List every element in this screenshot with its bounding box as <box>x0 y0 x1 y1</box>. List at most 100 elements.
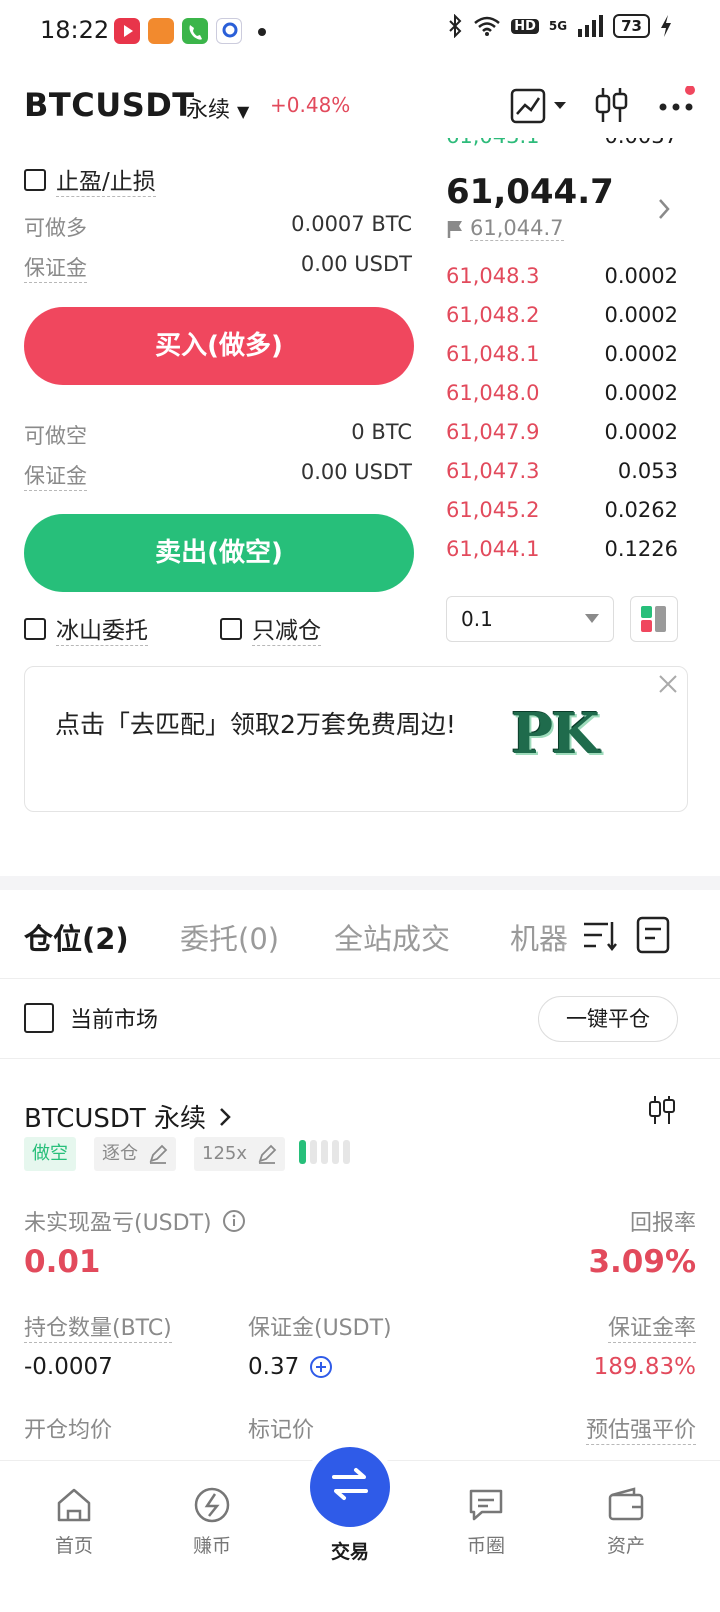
sort-icon <box>584 922 617 952</box>
close-icon <box>659 675 677 693</box>
battery-indicator: 73 <box>613 14 650 38</box>
tab-positions[interactable]: 仓位(2) <box>24 916 129 958</box>
iceberg-checkbox[interactable] <box>24 617 46 640</box>
precision-value: 0.1 <box>461 607 493 631</box>
mark-price-row[interactable]: 61,044.7 <box>446 216 564 241</box>
short-margin-label[interactable]: 保证金 <box>24 460 87 491</box>
sort-button[interactable] <box>582 918 618 958</box>
ask-price: 61,048.3 <box>446 263 540 288</box>
ask-price: 61,044.1 <box>446 536 540 561</box>
tab-orders[interactable]: 委托(0) <box>180 916 279 958</box>
section-divider <box>0 876 720 890</box>
orderbook-ask-row[interactable]: 61,048.2 0.0002 <box>446 295 678 334</box>
nav-home[interactable]: 首页 <box>24 1485 124 1558</box>
iceberg-option[interactable]: 冰山委托 <box>24 611 148 646</box>
orderbook-ask-row[interactable]: 61,048.0 0.0002 <box>446 373 678 412</box>
risk-level-meter[interactable] <box>298 1137 354 1171</box>
nav-trade-label: 交易 <box>330 1541 369 1563</box>
contract-type[interactable]: 永续 ▼ <box>186 92 249 124</box>
nav-home-label: 首页 <box>54 1535 93 1557</box>
ask-price: 61,048.0 <box>446 380 540 405</box>
buy-long-button[interactable]: 买入(做多) <box>24 307 414 385</box>
info-icon[interactable] <box>222 1209 246 1233</box>
orderbook-ask-row[interactable]: 61,048.3 0.0002 <box>446 256 678 295</box>
candlestick-button[interactable] <box>594 86 630 126</box>
ask-quantity: 0.0002 <box>604 263 678 288</box>
mark-price-label: 标记价 <box>248 1418 315 1443</box>
position-symbol-link[interactable]: BTCUSDT 永续 <box>24 1098 232 1135</box>
ask-quantity: 0.1226 <box>604 536 678 561</box>
side-tag: 做空 <box>24 1137 76 1171</box>
orderbook-ask-row[interactable]: 61,048.1 0.0002 <box>446 334 678 373</box>
sell-short-button[interactable]: 卖出(做空) <box>24 514 414 592</box>
promo-text: 点击「去匹配」领取2万套免费周边! <box>55 710 456 739</box>
tpsl-label: 止盈/止损 <box>56 162 156 197</box>
nav-community-label: 币圈 <box>466 1535 505 1557</box>
close-all-button[interactable]: 一键平仓 <box>538 996 678 1042</box>
short-margin-value: 0.00 USDT <box>300 460 412 484</box>
position-size-value: -0.0007 <box>24 1354 113 1380</box>
position-chart-button[interactable] <box>648 1094 676 1130</box>
risk-bar <box>332 1140 339 1164</box>
current-market-label: 当前市场 <box>70 1008 159 1033</box>
tabs-divider <box>0 978 720 979</box>
history-button[interactable] <box>636 916 670 958</box>
more-menu-button[interactable] <box>658 85 698 126</box>
pair-title[interactable]: BTCUSDT <box>24 86 195 124</box>
notification-dot-icon <box>258 28 266 36</box>
video-app-icon <box>114 18 140 44</box>
status-indicators: HD 5G 73 <box>447 14 672 38</box>
mark-price: 61,044.7 <box>470 216 564 241</box>
margin-ratio-label[interactable]: 保证金率 <box>607 1310 696 1343</box>
liq-price-label[interactable]: 预估强平价 <box>585 1412 696 1445</box>
orderbook-ask-row[interactable]: 61,047.9 0.0002 <box>446 412 678 451</box>
orderbook-ask-row[interactable]: 61,044.1 0.1226 <box>446 529 678 568</box>
ask-price: 61,048.2 <box>446 302 540 327</box>
tpsl-checkbox[interactable] <box>24 168 46 191</box>
chart-toggle-button[interactable] <box>510 88 572 128</box>
orderbook-layout-button[interactable] <box>630 596 678 642</box>
orderbook-expand-button[interactable] <box>656 196 672 226</box>
precision-select[interactable]: 0.1 <box>446 596 614 642</box>
reduce-only-option[interactable]: 只减仓 <box>220 611 321 646</box>
hd-badge: HD <box>511 18 539 34</box>
ask-quantity: 0.053 <box>617 458 678 483</box>
add-margin-icon[interactable] <box>309 1355 333 1379</box>
ask-quantity: 0.0002 <box>604 302 678 327</box>
ask-quantity: 0.0002 <box>604 380 678 405</box>
long-margin-label[interactable]: 保证金 <box>24 252 87 283</box>
orderbook-clipped-row: 61,043.10.0037 <box>446 138 678 154</box>
price-change: +0.48% <box>270 93 351 117</box>
leverage-tag[interactable]: 125x <box>194 1137 286 1171</box>
wallet-icon <box>608 1487 644 1521</box>
promo-banner[interactable]: 点击「去匹配」领取2万套免费周边! PK <box>24 666 688 812</box>
orderbook-ask-row[interactable]: 61,045.2 0.0262 <box>446 490 678 529</box>
nav-earn[interactable]: 赚币 <box>162 1485 262 1558</box>
signal-icon <box>578 15 604 37</box>
community-icon <box>469 1489 503 1521</box>
tpsl-option[interactable]: 止盈/止损 <box>24 162 156 197</box>
banner-close-button[interactable] <box>657 673 679 699</box>
reduce-only-checkbox[interactable] <box>220 617 242 640</box>
current-market-checkbox[interactable] <box>24 1003 54 1033</box>
unrealized-pnl-header: 未实现盈亏(USDT) <box>24 1205 246 1237</box>
nav-trade[interactable]: 交易 <box>300 1447 400 1564</box>
nav-community[interactable]: 币圈 <box>436 1485 536 1558</box>
reduce-only-label: 只减仓 <box>252 611 321 646</box>
nav-assets[interactable]: 资产 <box>576 1485 676 1558</box>
edit-icon <box>258 1144 277 1164</box>
position-size-label[interactable]: 持仓数量(BTC) <box>24 1310 172 1343</box>
chevron-right-icon <box>220 1107 231 1126</box>
tab-all-trades[interactable]: 全站成交 <box>334 916 450 958</box>
orderbook-ask-row[interactable]: 61,047.3 0.053 <box>446 451 678 490</box>
roe-value: 3.09% <box>588 1244 696 1280</box>
candlestick-icon <box>649 1096 675 1124</box>
current-market-filter[interactable]: 当前市场 <box>24 1002 158 1034</box>
margin-mode-tag[interactable]: 逐仓 <box>94 1137 176 1171</box>
short-available-value: 0 BTC <box>351 420 412 444</box>
pk-logo: PK <box>511 701 600 767</box>
bank-app-icon <box>216 18 242 44</box>
wifi-icon <box>474 16 501 36</box>
risk-level-bars <box>299 1140 350 1164</box>
document-icon <box>636 916 670 954</box>
